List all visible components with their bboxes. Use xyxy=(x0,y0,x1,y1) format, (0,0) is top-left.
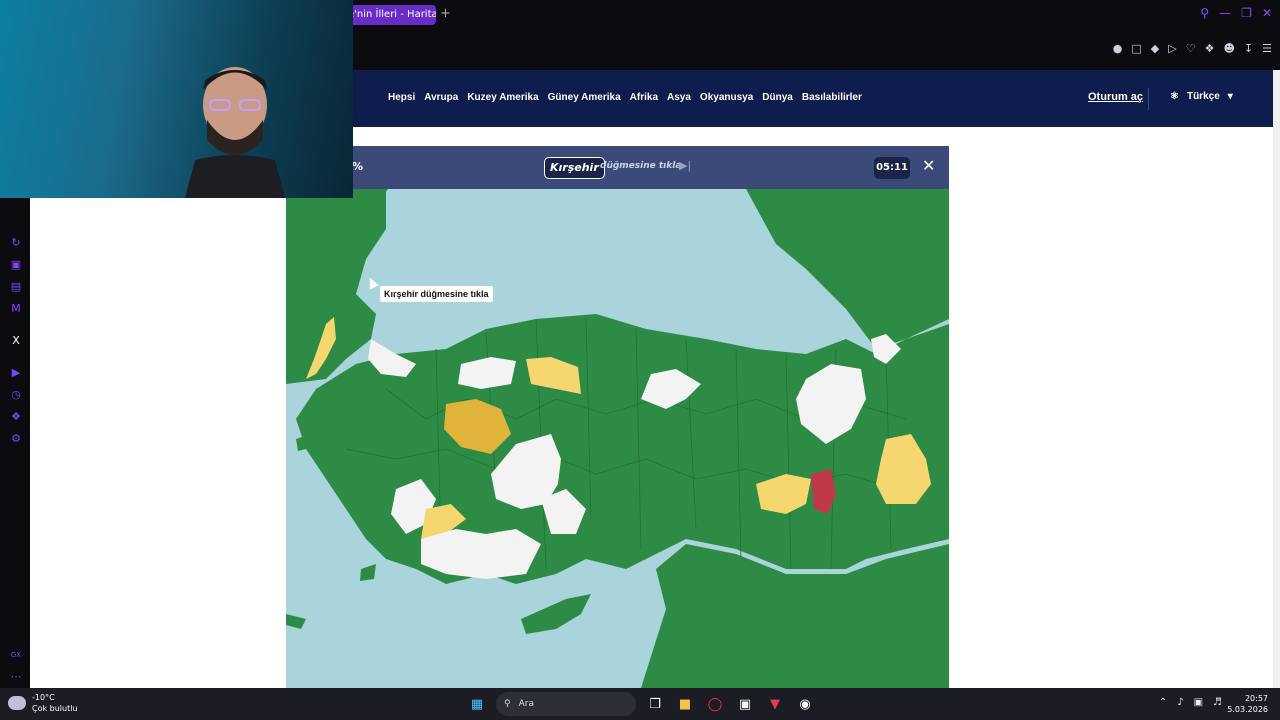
microphone-icon[interactable]: ♪ xyxy=(1177,697,1183,708)
play-icon[interactable]: ▷ xyxy=(1168,42,1176,55)
opera-gx-icon[interactable]: ◯ xyxy=(704,693,726,715)
search-icon[interactable]: ⚲ xyxy=(1200,6,1209,20)
toolbar-icons: ● □ ◆ ▷ ♡ ❖ ☻ ↧ ☰ xyxy=(1113,42,1272,55)
refresh-icon[interactable]: ↻ xyxy=(9,236,23,250)
target-province: Kırşehir xyxy=(544,157,605,179)
login-link[interactable]: Oturum aç xyxy=(1088,91,1143,103)
taskbar-apps: ▦ ⚲ Ara ❐ ■ ◯ ▣ ▼ ◉ xyxy=(466,692,816,716)
weather-desc: Çok bulutlu xyxy=(32,704,78,713)
history-icon[interactable]: ◷ xyxy=(9,388,23,402)
profile-icon[interactable]: ☻ xyxy=(1223,42,1234,55)
nav-link-oceania[interactable]: Okyanusya xyxy=(700,92,753,103)
chevron-down-icon: ▾ xyxy=(1227,91,1233,102)
weather-widget[interactable]: -10°C Çok bulutlu xyxy=(8,692,78,714)
file-explorer-icon[interactable]: ■ xyxy=(674,693,696,715)
gx-icon[interactable]: GX xyxy=(9,648,23,662)
skip-icon[interactable]: ▶| xyxy=(679,159,691,172)
webcam-overlay xyxy=(0,0,353,198)
taskbar: -10°C Çok bulutlu ▦ ⚲ Ara ❐ ■ ◯ ▣ ▼ ◉ ⌃ … xyxy=(0,688,1280,720)
nav-link-all[interactable]: Hepsi xyxy=(388,92,415,103)
webcam-person xyxy=(185,67,285,198)
close-icon[interactable]: ✕ xyxy=(922,156,935,175)
chevron-up-icon[interactable]: ⌃ xyxy=(1159,697,1167,708)
game-timer: 05:11 xyxy=(874,157,910,179)
game-header: % Kırşehir düğmesine tıkla ▶| 05:11 ✕ xyxy=(286,146,949,189)
volume-icon[interactable]: ♬ xyxy=(1213,697,1222,708)
close-icon[interactable]: ✕ xyxy=(1262,6,1272,20)
weather-temp: -10°C xyxy=(32,693,55,702)
x-icon[interactable]: X xyxy=(9,334,23,348)
browser-sidebar: ↻ ▣ ▤ M X ▶ ◷ ❖ ⚙ GX ⋯ xyxy=(0,198,30,688)
nav-links: Hepsi Avrupa Kuzey Amerika Güney Amerika… xyxy=(388,92,862,103)
clock-date: 5.03.2026 xyxy=(1227,705,1268,714)
map-tooltip: Kırşehir düğmesine tıkla xyxy=(380,286,493,302)
snapshot-icon[interactable]: □ xyxy=(1131,42,1141,55)
extensions-icon[interactable]: ❖ xyxy=(9,410,23,424)
app-red-icon[interactable]: ▼ xyxy=(764,693,786,715)
search-icon: ⚲ xyxy=(504,699,511,709)
nav-link-printables[interactable]: Basılabilirler xyxy=(802,92,862,103)
window-controls: ⚲ — ❐ ✕ xyxy=(1200,6,1272,20)
restore-icon[interactable]: ❐ xyxy=(1241,6,1252,20)
heart-icon[interactable]: ♡ xyxy=(1186,42,1196,55)
minimize-icon[interactable]: — xyxy=(1219,6,1231,20)
instruction-text: düğmesine tıkla xyxy=(600,161,682,171)
browser-tab[interactable]: e'nin İlleri - Harita Te xyxy=(340,5,436,25)
new-tab-button[interactable]: + xyxy=(440,6,451,21)
clock-time: 20:57 xyxy=(1244,694,1268,703)
app-chrome-icon[interactable]: ◉ xyxy=(794,693,816,715)
nav-link-world[interactable]: Dünya xyxy=(762,92,793,103)
windows-start-icon[interactable]: ▦ xyxy=(466,693,488,715)
more-icon[interactable]: ⋯ xyxy=(9,670,23,684)
nav-link-north-america[interactable]: Kuzey Amerika xyxy=(467,92,538,103)
download-icon[interactable]: ↧ xyxy=(1244,42,1253,55)
map-game: % Kırşehir düğmesine tıkla ▶| 05:11 ✕ Kı… xyxy=(286,146,949,688)
nav-divider xyxy=(1148,88,1149,110)
language-selector[interactable]: ⚛ Türkçe ▾ xyxy=(1170,91,1233,102)
store-icon[interactable]: ▣ xyxy=(734,693,756,715)
network-icon[interactable]: ▣ xyxy=(1194,697,1203,708)
shield-icon[interactable]: ◆ xyxy=(1151,42,1159,55)
extensions-icon[interactable]: ❖ xyxy=(1205,42,1215,55)
taskbar-search[interactable]: ⚲ Ara xyxy=(496,692,636,716)
nav-link-europe[interactable]: Avrupa xyxy=(424,92,458,103)
settings-icon[interactable]: ⚙ xyxy=(9,432,23,446)
screen: e'nin İlleri - Harita Te + ⚲ — ❐ ✕ ● □ ◆… xyxy=(0,0,1280,720)
messenger-icon[interactable]: M xyxy=(9,302,23,316)
cloud-icon xyxy=(8,696,26,710)
wallet-icon[interactable]: ▤ xyxy=(9,280,23,294)
page-scrollbar[interactable] xyxy=(1273,70,1280,688)
task-view-icon[interactable]: ❐ xyxy=(644,693,666,715)
weather-text: -10°C Çok bulutlu xyxy=(32,692,78,714)
menu-icon[interactable]: ☰ xyxy=(1262,42,1272,55)
system-tray: ⌃ ♪ ▣ ♬ xyxy=(1159,697,1222,708)
store-icon[interactable]: ▣ xyxy=(9,258,23,272)
language-label: Türkçe xyxy=(1186,91,1220,102)
taskbar-clock[interactable]: 20:57 5.03.2026 xyxy=(1227,693,1268,715)
progress-percent: % xyxy=(352,160,364,173)
pin-icon[interactable]: ● xyxy=(1113,42,1123,55)
translate-icon: ⚛ xyxy=(1170,91,1179,102)
player-icon[interactable]: ▶ xyxy=(9,366,23,380)
nav-link-africa[interactable]: Afrika xyxy=(630,92,658,103)
search-label: Ara xyxy=(518,699,534,709)
turkey-map[interactable] xyxy=(286,189,949,688)
nav-link-asia[interactable]: Asya xyxy=(667,92,691,103)
nav-link-south-america[interactable]: Güney Amerika xyxy=(548,92,621,103)
